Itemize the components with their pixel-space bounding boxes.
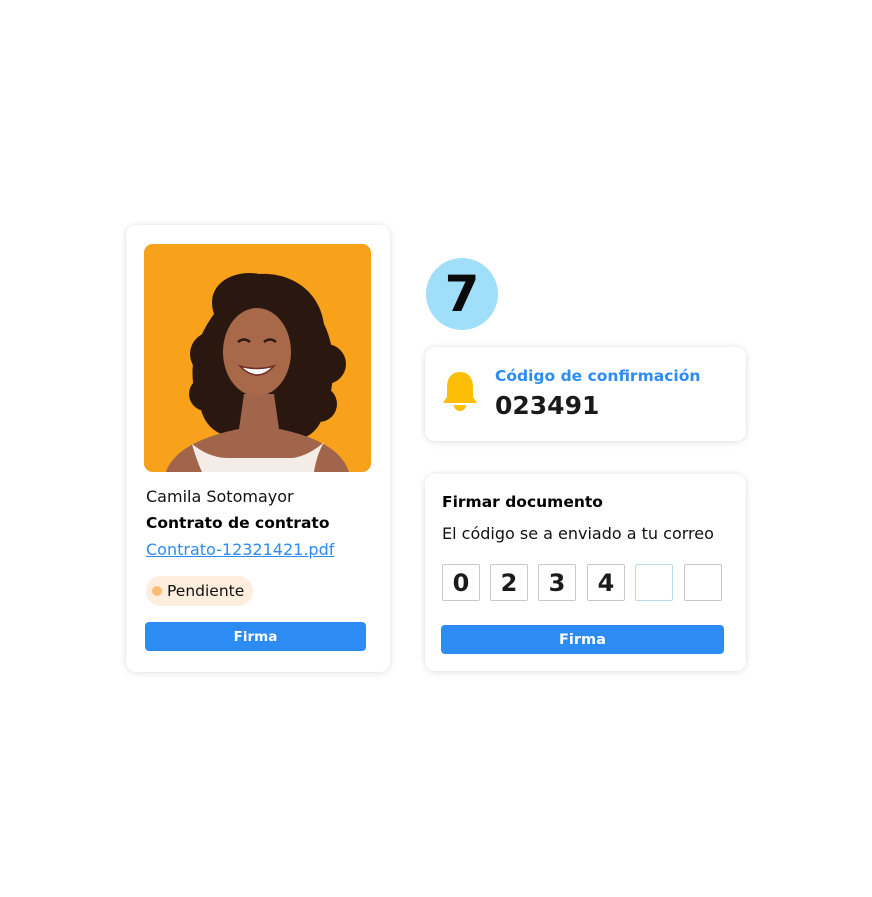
document-file-link[interactable]: Contrato-12321421.pdf [146, 540, 334, 559]
confirmation-code-value: 023491 [495, 391, 600, 420]
sign-document-title: Firmar documento [442, 493, 603, 511]
code-digit-4[interactable]: 4 [587, 564, 625, 601]
profile-card: Camila Sotomayor Contrato de contrato Co… [126, 225, 390, 672]
code-digit-6[interactable] [684, 564, 722, 601]
status-badge: Pendiente [146, 576, 254, 606]
person-name: Camila Sotomayor [146, 487, 294, 506]
bell-icon [443, 372, 477, 411]
confirmation-code-card: Código de confirmación 023491 [425, 347, 746, 441]
status-dot-icon [152, 586, 162, 596]
step-number-badge: 7 [426, 258, 498, 330]
sign-document-card: Firmar documento El código se a enviado … [425, 474, 746, 671]
profile-sign-button[interactable]: Firma [145, 622, 366, 651]
code-digit-5[interactable] [635, 564, 673, 601]
sign-submit-button[interactable]: Firma [441, 625, 724, 654]
status-label: Pendiente [167, 582, 245, 600]
code-digit-2[interactable]: 2 [490, 564, 528, 601]
profile-photo [144, 244, 371, 472]
sign-document-subtitle: El código se a enviado a tu correo [442, 524, 714, 543]
confirmation-code-label: Código de confirmación [495, 367, 701, 385]
document-title: Contrato de contrato [146, 514, 330, 532]
code-digit-3[interactable]: 3 [538, 564, 576, 601]
code-digit-1[interactable]: 0 [442, 564, 480, 601]
